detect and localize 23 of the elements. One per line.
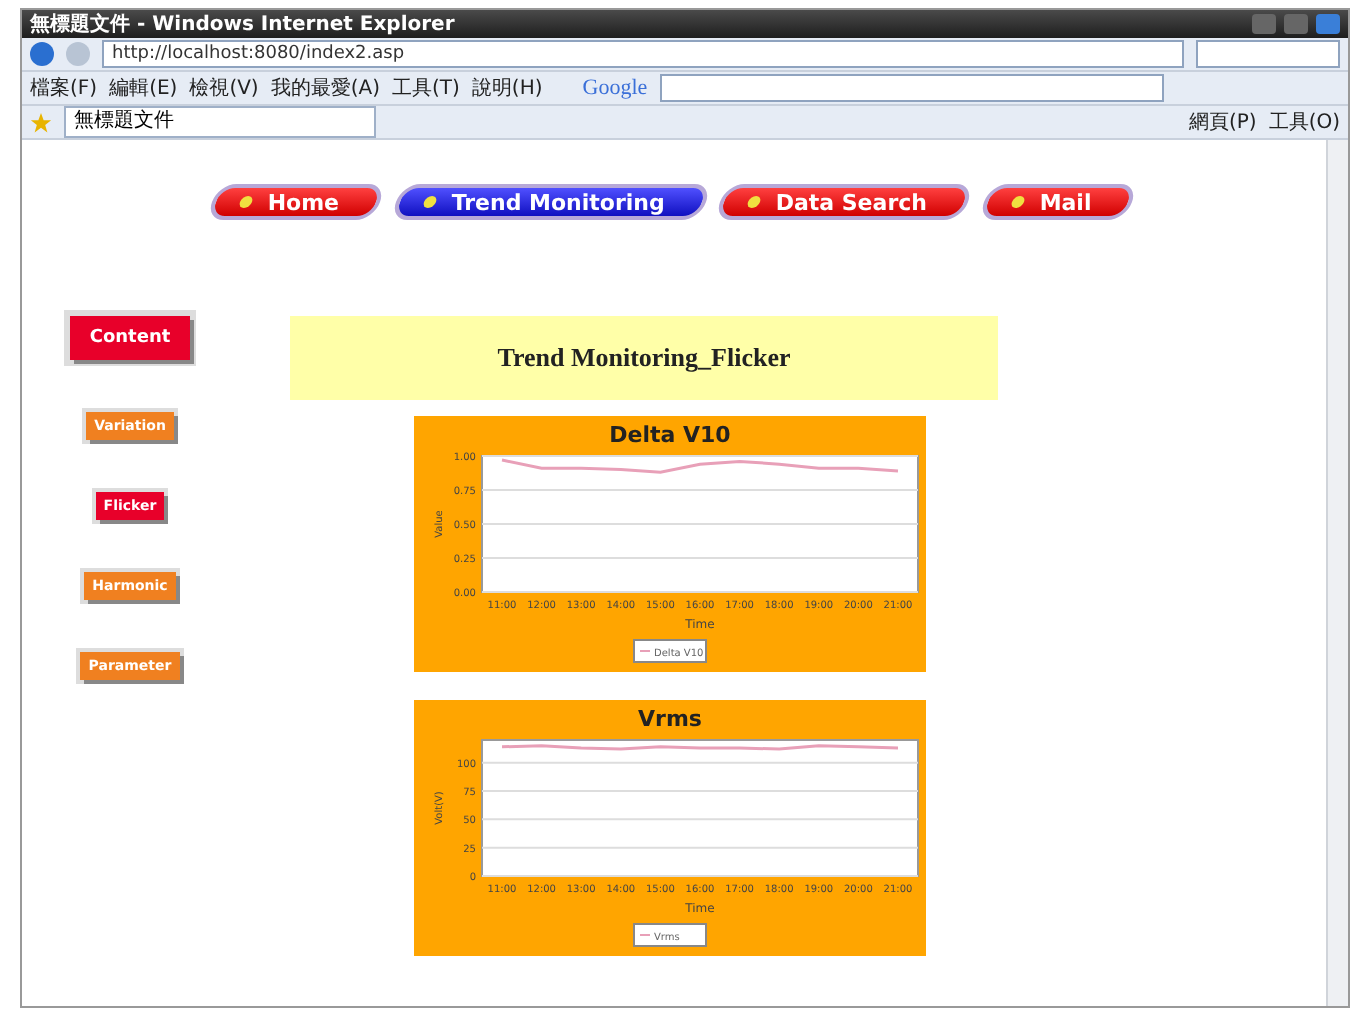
menu-item[interactable]: 編輯(E) [109, 74, 178, 102]
scrollbar[interactable] [1326, 140, 1348, 1006]
chart-title: Delta V10 [609, 422, 731, 448]
chart-title: Vrms [638, 706, 702, 732]
google-logo: Google [582, 76, 648, 100]
window-title: 無標題文件 - Windows Internet Explorer [30, 11, 457, 38]
browser-tab[interactable]: 無標題文件 [64, 106, 376, 138]
google-search-field[interactable] [659, 74, 1164, 102]
menu-item[interactable]: 檢視(V) [189, 74, 259, 102]
menu-item[interactable]: 我的最愛(A) [270, 74, 380, 102]
menu-item[interactable]: 說明(H) [471, 74, 543, 102]
favorites-star-icon[interactable] [30, 111, 52, 133]
address-field[interactable]: http://localhost:8080/index2.asp [102, 40, 1184, 68]
command-item[interactable]: 網頁(P) [1188, 108, 1257, 136]
command-item[interactable]: 工具(O) [1268, 108, 1340, 136]
side-menu-button[interactable]: Content [69, 316, 191, 360]
search-field[interactable] [1196, 40, 1340, 68]
nav-button[interactable]: Mail [977, 184, 1139, 220]
menu-item[interactable]: 檔案(F) [30, 74, 98, 102]
menu-item[interactable]: 工具(T) [392, 74, 460, 102]
nav-button[interactable]: Home [205, 184, 386, 220]
page-title: Trend Monitoring_Flicker [497, 342, 791, 374]
nav-button[interactable]: Data Search [713, 184, 975, 220]
